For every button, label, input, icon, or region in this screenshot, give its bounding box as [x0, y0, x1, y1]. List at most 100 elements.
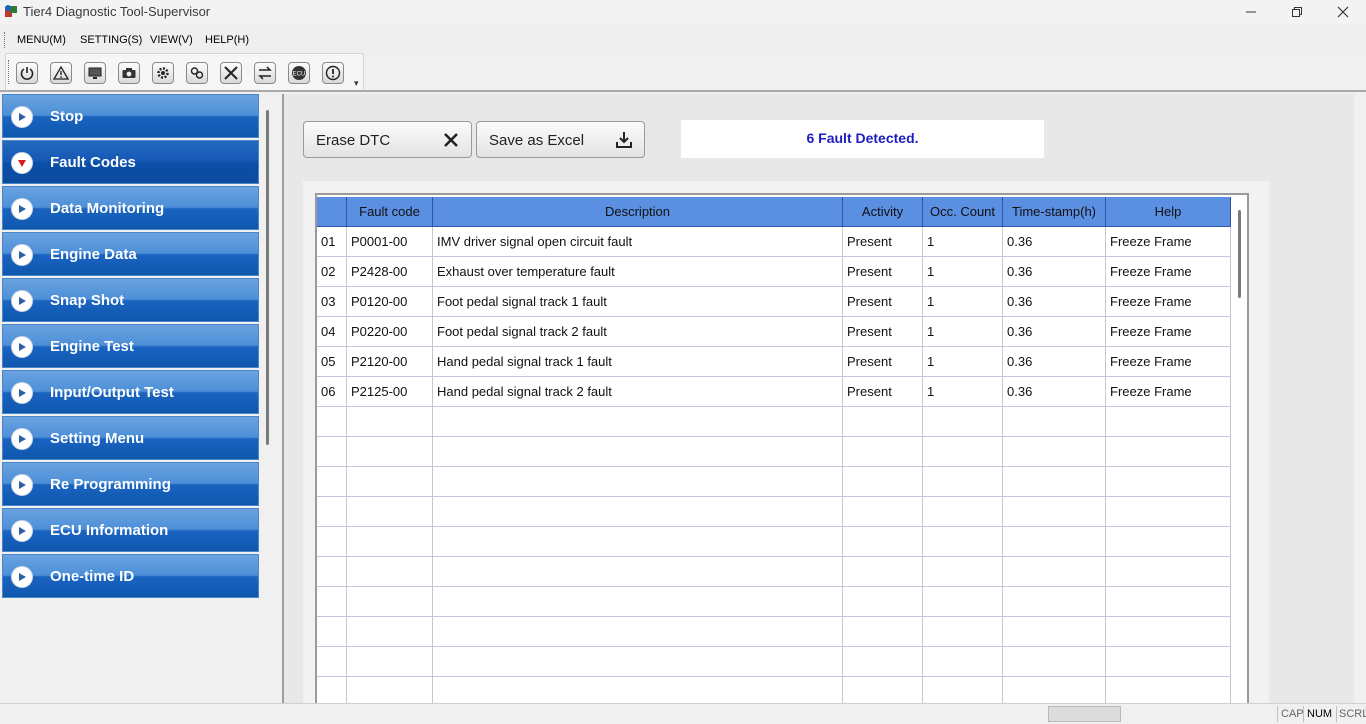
- menu-item-setting[interactable]: SETTING(S): [80, 34, 142, 46]
- nav-fault-codes[interactable]: Fault Codes: [2, 140, 259, 184]
- sidebar-scrollbar[interactable]: [266, 110, 269, 445]
- table-header-row: Fault code Description Activity Occ. Cou…: [317, 197, 1247, 227]
- camera-button[interactable]: [118, 62, 140, 84]
- cell-activity: [843, 557, 923, 587]
- table-row[interactable]: [317, 617, 1247, 647]
- table-row[interactable]: 05 P2120-00 Hand pedal signal track 1 faul…: [317, 347, 1247, 377]
- monitor-button[interactable]: [84, 62, 106, 84]
- menu-item-help[interactable]: HELP(H): [205, 34, 249, 46]
- cell-fault-code: [347, 497, 433, 527]
- table-row[interactable]: [317, 677, 1247, 703]
- alert-button[interactable]: [322, 62, 344, 84]
- cell-fault-code: [347, 467, 433, 497]
- minimize-button[interactable]: [1228, 0, 1274, 24]
- nav-data-monitoring[interactable]: Data Monitoring: [2, 186, 259, 230]
- cell-description: [433, 617, 843, 647]
- table-row[interactable]: 02 P2428-00 Exhaust over temperature fault…: [317, 257, 1247, 287]
- power-button[interactable]: [16, 62, 38, 84]
- camera-icon: [122, 68, 136, 78]
- cell-fault-code: [347, 587, 433, 617]
- ecu-button[interactable]: ECU: [288, 62, 310, 84]
- table-row[interactable]: [317, 587, 1247, 617]
- column-header-index[interactable]: [317, 197, 347, 227]
- window-title: Tier4 Diagnostic Tool-Supervisor: [23, 4, 211, 19]
- cell-description: IMV driver signal open circuit fault: [433, 227, 843, 257]
- swap-button[interactable]: [254, 62, 276, 84]
- table-row[interactable]: 01 P0001-00 IMV driver signal open circuit…: [317, 227, 1247, 257]
- cell-help[interactable]: Freeze Frame: [1106, 317, 1231, 347]
- cell-activity: [843, 617, 923, 647]
- column-header-occ-count[interactable]: Occ. Count: [923, 197, 1003, 227]
- restore-button[interactable]: [1274, 0, 1320, 24]
- cell-help: [1106, 557, 1231, 587]
- save-as-excel-label: Save as Excel: [489, 132, 585, 149]
- table-row[interactable]: 04 P0220-00 Foot pedal signal track 2 faul…: [317, 317, 1247, 347]
- cell-occ-count: [923, 497, 1003, 527]
- settings-button[interactable]: [152, 62, 174, 84]
- tools-button[interactable]: [220, 62, 242, 84]
- cell-timestamp: 0.36: [1003, 317, 1106, 347]
- cell-help[interactable]: Freeze Frame: [1106, 377, 1231, 407]
- nav-engine-data[interactable]: Engine Data: [2, 232, 259, 276]
- play-icon: [11, 428, 33, 450]
- table-row[interactable]: [317, 557, 1247, 587]
- cell-help[interactable]: Freeze Frame: [1106, 227, 1231, 257]
- nav-engine-test[interactable]: Engine Test: [2, 324, 259, 368]
- nav-stop[interactable]: Stop: [2, 94, 259, 138]
- table-row[interactable]: [317, 437, 1247, 467]
- warning-button[interactable]: [50, 62, 72, 84]
- cell-help[interactable]: Freeze Frame: [1106, 347, 1231, 377]
- cell-activity: [843, 437, 923, 467]
- table-row[interactable]: [317, 647, 1247, 677]
- nav-one-time-id[interactable]: One-time ID: [2, 554, 259, 598]
- close-button[interactable]: [1320, 0, 1366, 24]
- erase-dtc-button[interactable]: Erase DTC: [303, 121, 472, 158]
- table-row[interactable]: [317, 497, 1247, 527]
- tools-icon: [224, 66, 238, 80]
- menu-grip[interactable]: [4, 32, 7, 48]
- save-as-excel-button[interactable]: Save as Excel: [476, 121, 645, 158]
- column-header-description[interactable]: Description: [433, 197, 843, 227]
- cell-occ-count: [923, 647, 1003, 677]
- cell-occ-count: [923, 407, 1003, 437]
- play-icon: [11, 336, 33, 358]
- cell-help[interactable]: Freeze Frame: [1106, 257, 1231, 287]
- table-row[interactable]: 03 P0120-00 Foot pedal signal track 1 faul…: [317, 287, 1247, 317]
- menu-item-view[interactable]: VIEW(V): [150, 34, 193, 46]
- cell-help[interactable]: Freeze Frame: [1106, 287, 1231, 317]
- toolbar-overflow-icon[interactable]: ▾: [354, 78, 359, 89]
- cell-help: [1106, 647, 1231, 677]
- nav-input-output-test[interactable]: Input/Output Test: [2, 370, 259, 414]
- nav-label: Input/Output Test: [50, 384, 174, 401]
- cell-description: [433, 497, 843, 527]
- link-button[interactable]: [186, 62, 208, 84]
- table-row[interactable]: [317, 527, 1247, 557]
- nav-snap-shot[interactable]: Snap Shot: [2, 278, 259, 322]
- cell-fault-code: [347, 557, 433, 587]
- cell-fault-code: [347, 647, 433, 677]
- column-header-timestamp[interactable]: Time-stamp(h): [1003, 197, 1106, 227]
- cell-activity: [843, 647, 923, 677]
- alert-icon: [325, 65, 341, 81]
- table-row[interactable]: [317, 467, 1247, 497]
- column-header-fault-code[interactable]: Fault code: [347, 197, 433, 227]
- column-header-activity[interactable]: Activity: [843, 197, 923, 227]
- play-icon: [11, 474, 33, 496]
- close-x-icon: [444, 133, 458, 147]
- table-row[interactable]: [317, 407, 1247, 437]
- nav-re-programming[interactable]: Re Programming: [2, 462, 259, 506]
- cell-help: [1106, 467, 1231, 497]
- table-scrollbar[interactable]: [1238, 210, 1241, 298]
- table-row[interactable]: 06 P2125-00 Hand pedal signal track 2 faul…: [317, 377, 1247, 407]
- cell-description: [433, 467, 843, 497]
- nav-ecu-information[interactable]: ECU Information: [2, 508, 259, 552]
- cell-description: Exhaust over temperature fault: [433, 257, 843, 287]
- nav-setting-menu[interactable]: Setting Menu: [2, 416, 259, 460]
- cell-activity: [843, 467, 923, 497]
- cell-timestamp: [1003, 527, 1106, 557]
- column-header-help[interactable]: Help: [1106, 197, 1231, 227]
- toolbar-grip[interactable]: [8, 60, 11, 84]
- cell-timestamp: 0.36: [1003, 257, 1106, 287]
- menu-item-menu[interactable]: MENU(M): [17, 34, 66, 46]
- cell-row-index: [317, 617, 347, 647]
